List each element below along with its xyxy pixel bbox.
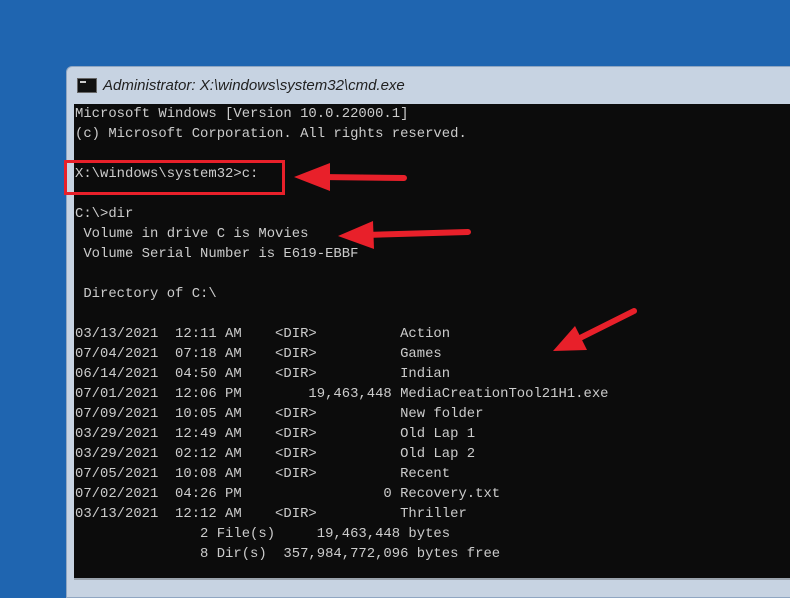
arrow-annotation <box>294 163 407 191</box>
annotation-arrows <box>294 163 637 351</box>
arrow-annotation <box>553 308 637 351</box>
arrow-annotation <box>338 221 471 249</box>
